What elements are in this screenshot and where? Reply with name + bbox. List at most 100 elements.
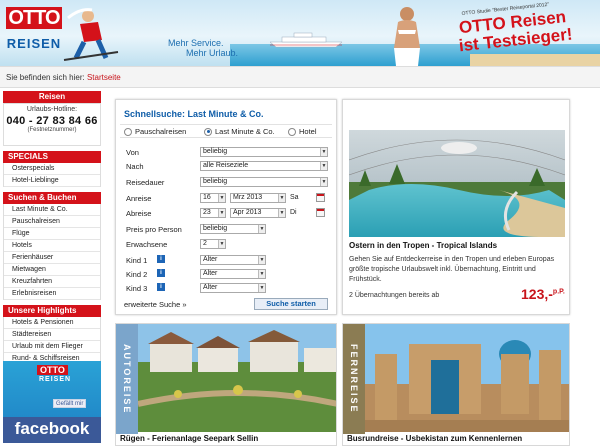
breadcrumb: Sie befinden sich hier: Startseite [0, 66, 600, 88]
select-nach[interactable]: alle Reiseziele ▼ [200, 161, 328, 171]
select-kind1[interactable]: Alter ▼ [200, 255, 266, 265]
testsieger-badge[interactable]: OTTO Studie "Bester Reiseportal 2012" OT… [433, 0, 587, 66]
sidebar-item-pauschalreisen[interactable]: Pauschalreisen [4, 216, 100, 228]
label-anreise: Anreise [126, 194, 152, 203]
sidebar-item-urlaub-flieger[interactable]: Urlaub mit dem Flieger [4, 341, 100, 353]
label-reisedauer: Reisedauer [126, 178, 165, 187]
anreise-month-value: Mrz 2013 [233, 194, 263, 201]
select-erwachsene-value: 2 [203, 240, 207, 247]
label-preis: Preis pro Person [126, 225, 182, 234]
left-sidebar: Reisen Urlaubs-Hotline: 040 - 27 83 84 6… [3, 91, 101, 370]
ruegen-resort-photo [138, 324, 336, 432]
chevron-down-icon: ▼ [218, 240, 225, 248]
select-kind3-value: Alter [203, 284, 218, 291]
fb-otto-logo: OTTO [37, 365, 68, 375]
card-autoreise-caption: Rügen - Ferienanlage Seepark Sellin [120, 434, 259, 443]
chevron-down-icon: ▼ [278, 194, 285, 202]
sidebar-suchen-list: Last Minute & Co. Pauschalreisen Flüge H… [3, 204, 101, 300]
chevron-down-icon: ▼ [218, 209, 225, 217]
calendar-icon[interactable] [316, 208, 325, 217]
usbekistan-photo [365, 324, 569, 432]
chevron-down-icon: ▼ [320, 148, 327, 156]
calendar-icon[interactable] [316, 193, 325, 202]
radio-last-minute-label: Last Minute & Co. [215, 127, 275, 136]
cruise-ship-illustration [269, 32, 343, 48]
info-icon[interactable]: i [157, 269, 165, 277]
label-kind2: Kind 2 [126, 270, 148, 279]
info-icon[interactable]: i [157, 255, 165, 263]
sidebar-item-ferienhaeuser[interactable]: Ferienhäuser [4, 252, 100, 264]
facebook-wordmark: facebook [3, 417, 101, 443]
otto-reisen-logo[interactable]: OTTO REISEN [6, 7, 62, 57]
promo-price: 123,-p.P. [521, 286, 565, 302]
autoreise-vertical-label: AUTOREISE [116, 324, 138, 434]
slogan-line-1: Mehr Service. [168, 38, 224, 48]
fb-like-button[interactable]: Gefällt mir [53, 399, 87, 408]
breadcrumb-home-link[interactable]: Startseite [87, 73, 121, 82]
chevron-down-icon: ▼ [320, 178, 327, 186]
header-banner: OTTO REISEN Mehr Service. Mehr Urlaub. O… [0, 0, 600, 66]
label-erwachsene: Erwachsene [126, 240, 168, 249]
sidebar-item-mietwagen[interactable]: Mietwagen [4, 264, 100, 276]
abreise-month-value: Apr 2013 [233, 209, 262, 216]
chevron-down-icon: ▼ [278, 209, 285, 217]
sidebar-item-osterspecials[interactable]: Osterspecials [4, 163, 100, 175]
radio-pauschalreisen[interactable]: Pauschalreisen [124, 127, 186, 136]
radio-pauschalreisen-label: Pauschalreisen [135, 127, 187, 136]
sidebar-item-fluege[interactable]: Flüge [4, 228, 100, 240]
logo-reisen-text: REISEN [6, 36, 62, 51]
anreise-day-value: 16 [203, 194, 211, 201]
hotline-caption: Urlaubs-Hotline: [26, 106, 78, 113]
radio-last-minute[interactable]: Last Minute & Co. [204, 127, 275, 136]
slogan-line-2: Mehr Urlaub. [186, 48, 239, 58]
radio-circle-selected [204, 127, 212, 136]
sidebar-highlights-heading: Unsere Highlights [3, 305, 101, 317]
info-icon[interactable]: i [157, 283, 165, 291]
quick-search-panel: Schnellsuche: Last Minute & Co. Pauschal… [115, 99, 337, 315]
promo-card-tropical-islands[interactable]: Ostern in den Tropen - Tropical Islands … [342, 99, 570, 315]
abreise-day-value: 23 [203, 209, 211, 216]
select-preis[interactable]: beliebig ▼ [200, 224, 266, 234]
chevron-down-icon: ▼ [258, 284, 265, 292]
slogan: Mehr Service. Mehr Urlaub. [168, 38, 238, 58]
select-nach-value: alle Reiseziele [203, 162, 249, 169]
sidebar-item-hotels[interactable]: Hotels [4, 240, 100, 252]
hotline-box: Urlaubs-Hotline: 040 - 27 83 84 66 (Fest… [3, 103, 101, 146]
facebook-banner[interactable]: OTTO REISEN Gefällt mir facebook [3, 361, 101, 443]
select-kind2[interactable]: Alter ▼ [200, 269, 266, 279]
select-anreise-month[interactable]: Mrz 2013 ▼ [230, 193, 286, 203]
select-kind3[interactable]: Alter ▼ [200, 283, 266, 293]
sidebar-item-hotels-pensionen[interactable]: Hotels & Pensionen [4, 317, 100, 329]
sidebar-item-kreuzfahrten[interactable]: Kreuzfahrten [4, 276, 100, 288]
select-reisedauer-value: beliebig [203, 178, 228, 185]
sidebar-highlights-list: Hotels & Pensionen Städtereisen Urlaub m… [3, 317, 101, 365]
radio-hotel-label: Hotel [299, 127, 317, 136]
sidebar-suchen-heading: Suchen & Buchen [3, 192, 101, 204]
select-anreise-day[interactable]: 16 ▼ [200, 193, 226, 203]
tropical-islands-photo [349, 130, 565, 237]
select-von[interactable]: beliebig ▼ [200, 147, 328, 157]
card-autoreise[interactable]: AUTOREISE Rügen - Ferienanlage Seepark S… [115, 323, 337, 446]
promo-title: Ostern in den Tropen - Tropical Islands [349, 241, 498, 250]
search-type-radios: Pauschalreisen Last Minute & Co. Hotel [120, 124, 332, 138]
hotline-sub: (Festnetznummer) [27, 127, 77, 133]
select-reisedauer[interactable]: beliebig ▼ [200, 177, 328, 187]
radio-hotel[interactable]: Hotel [288, 127, 317, 136]
select-abreise-month[interactable]: Apr 2013 ▼ [230, 208, 286, 218]
chevron-down-icon: ▼ [258, 225, 265, 233]
search-start-button[interactable]: Suche starten [254, 298, 328, 310]
fernreise-vertical-label: FERNREISE [343, 324, 365, 434]
sidebar-item-last-minute[interactable]: Last Minute & Co. [4, 204, 100, 216]
radio-circle [288, 127, 296, 136]
logo-otto-text: OTTO [6, 7, 62, 29]
card-fernreise[interactable]: FERNREISE Busrundreise - Usbekistan zum … [342, 323, 570, 446]
extended-search-link[interactable]: erweiterte Suche » [124, 300, 187, 309]
select-von-value: beliebig [203, 148, 228, 155]
select-erwachsene[interactable]: 2 ▼ [200, 239, 226, 249]
sidebar-item-staedtereisen[interactable]: Städtereisen [4, 329, 100, 341]
select-abreise-day[interactable]: 23 ▼ [200, 208, 226, 218]
sidebar-item-erlebnisreisen[interactable]: Erlebnisreisen [4, 288, 100, 300]
sidebar-item-hotel-lieblinge[interactable]: Hotel-Lieblinge [4, 175, 100, 187]
chevron-down-icon: ▼ [218, 194, 225, 202]
chevron-down-icon: ▼ [258, 270, 265, 278]
